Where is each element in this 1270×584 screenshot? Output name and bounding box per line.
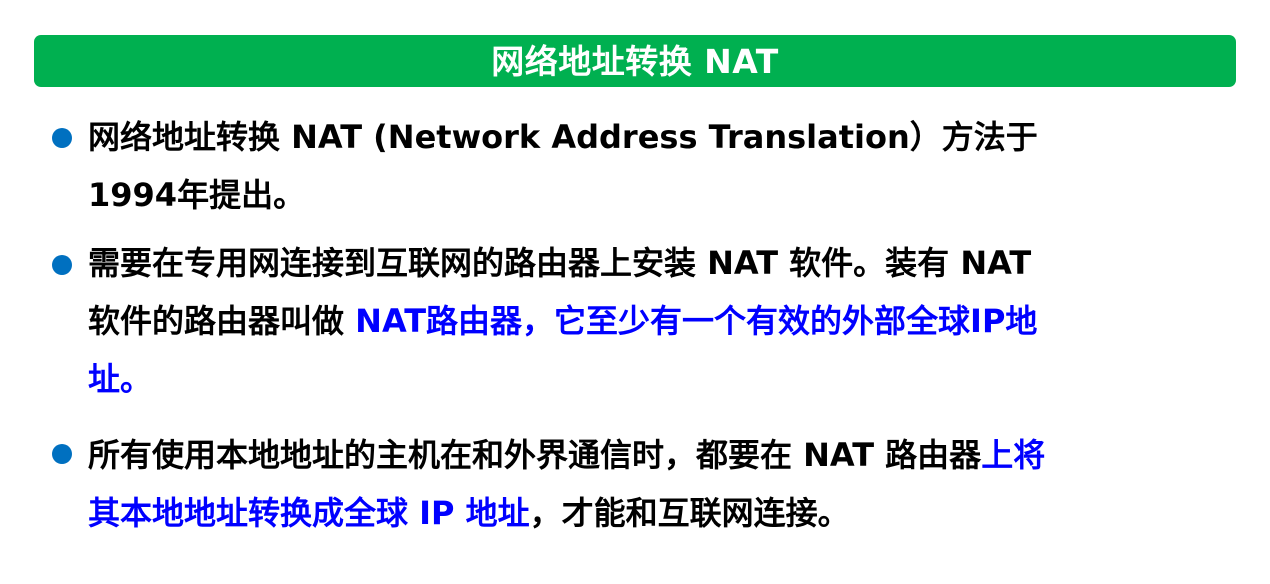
bullet-dot-icon xyxy=(52,255,72,275)
bullet-dot-icon xyxy=(52,444,72,464)
bullet-line-prefix: 软件的路由器叫做 xyxy=(88,302,356,340)
bullet-line-prefix: 所有使用本地地址的主机在和外界通信时，都要在 NAT 路由器 xyxy=(88,436,982,474)
bullet-text: 所有使用本地地址的主机在和外界通信时，都要在 NAT 路由器上将其本地地址转换成… xyxy=(88,426,1220,542)
title-banner: 网络地址转换 NAT xyxy=(34,35,1236,87)
highlighted-text: NAT路由器，它至少有一个有效的外部全球IP地 xyxy=(355,302,1038,340)
highlighted-text: 其本地地址转换成全球 IP 地址 xyxy=(88,494,530,532)
bullet-line: 1994年提出。 xyxy=(88,176,306,214)
bullet-line: 需要在专用网连接到互联网的路由器上安装 NAT 软件。装有 NAT xyxy=(88,244,1032,282)
bullet-text: 网络地址转换 NAT (Network Address Translation）… xyxy=(88,108,1220,224)
highlighted-text: 址。 xyxy=(88,360,153,398)
bullet-line-suffix: ，才能和互联网连接。 xyxy=(529,494,850,532)
bullet-text: 需要在专用网连接到互联网的路由器上安装 NAT 软件。装有 NAT 软件的路由器叫… xyxy=(88,234,1220,408)
bullet-dot-icon xyxy=(52,128,72,148)
highlighted-text: 上将 xyxy=(981,436,1046,474)
page-title: 网络地址转换 NAT xyxy=(491,41,779,81)
bullet-line: 网络地址转换 NAT (Network Address Translation）… xyxy=(88,118,1038,156)
